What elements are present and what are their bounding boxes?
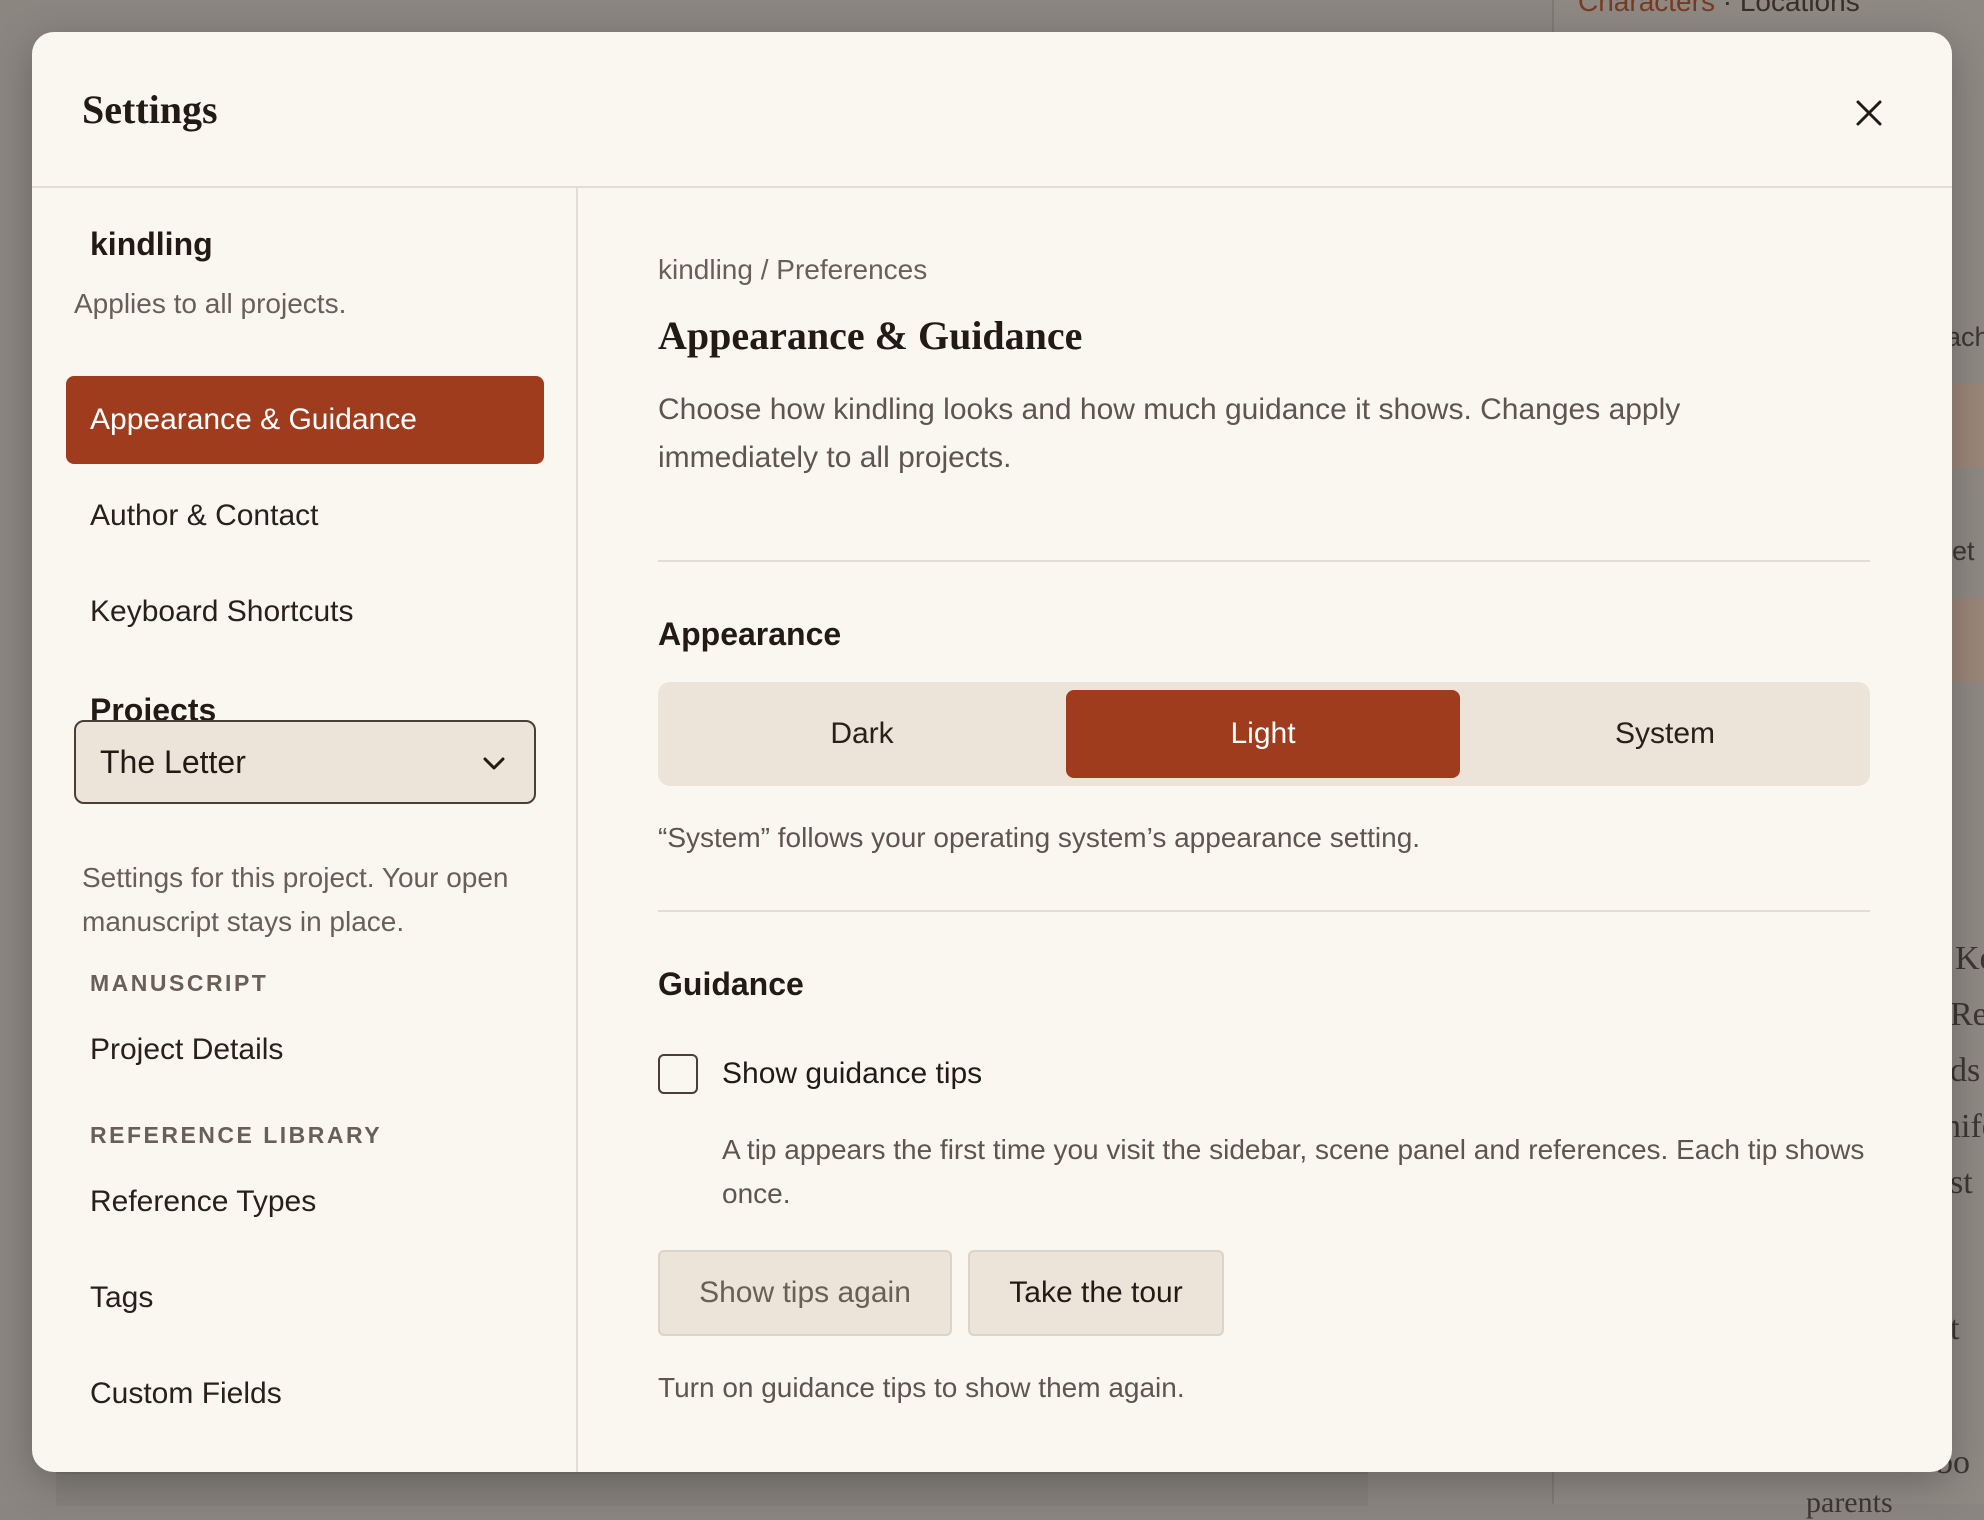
show-tips-again-button[interactable]: Show tips again xyxy=(658,1250,952,1336)
guidance-footer-hint: Turn on guidance tips to show them again… xyxy=(658,1372,1185,1403)
settings-dialog: Settings kindling Applies to all project… xyxy=(32,32,1952,1472)
background-text-fragment: Re xyxy=(1950,996,1984,1033)
sidebar-item-project-details[interactable]: Project Details xyxy=(66,1006,544,1094)
background-tabs: Characters · Locations xyxy=(1578,0,1860,18)
background-text-fragment: parents xyxy=(1806,1486,1893,1519)
project-note: Settings for this project. Your open man… xyxy=(82,862,509,937)
background-tab-separator: · xyxy=(1722,0,1733,17)
breadcrumb: kindling / Preferences xyxy=(658,254,928,285)
show-guidance-tips-label[interactable]: Show guidance tips xyxy=(722,1054,982,1094)
sidebar-item-custom-fields[interactable]: Custom Fields xyxy=(66,1350,544,1438)
project-select-value: The Letter xyxy=(100,743,246,780)
sidebar-item-keyboard-shortcuts[interactable]: Keyboard Shortcuts xyxy=(66,568,544,656)
appearance-hint: “System” follows your operating system’s… xyxy=(658,822,1421,853)
project-select[interactable]: The Letter xyxy=(74,720,536,804)
background-bottom-strip xyxy=(56,1472,1368,1506)
appearance-segmented-control: Dark Light System xyxy=(658,682,1870,786)
guidance-tips-description: A tip appears the first time you visit t… xyxy=(722,1134,1865,1209)
sidebar-item-appearance-guidance[interactable]: Appearance & Guidance xyxy=(66,376,544,464)
show-guidance-tips-checkbox[interactable] xyxy=(658,1054,698,1094)
reference-library-group-label: REFERENCE LIBRARY xyxy=(90,1122,383,1148)
manuscript-group-label: MANUSCRIPT xyxy=(90,970,269,996)
appearance-heading: Appearance xyxy=(658,616,842,652)
guidance-heading: Guidance xyxy=(658,966,804,1002)
take-tour-button[interactable]: Take the tour xyxy=(968,1250,1224,1336)
page-description: Choose how kindling looks and how much g… xyxy=(658,393,1681,474)
chevron-down-icon xyxy=(483,757,505,770)
background-tab-locations: Locations xyxy=(1739,0,1860,17)
workspace-name: kindling xyxy=(90,226,213,262)
sidebar-item-reference-types[interactable]: Reference Types xyxy=(66,1158,544,1246)
background-text-fragment: Ke xyxy=(1955,940,1984,977)
appearance-option-system[interactable]: System xyxy=(1468,690,1862,778)
appearance-option-light[interactable]: Light xyxy=(1066,690,1460,778)
close-button[interactable] xyxy=(1846,90,1892,136)
sidebar-item-tags[interactable]: Tags xyxy=(66,1254,544,1342)
sidebar-item-author-contact[interactable]: Author & Contact xyxy=(66,472,544,560)
background-text-fragment: ds xyxy=(1950,1052,1981,1089)
appearance-option-dark[interactable]: Dark xyxy=(666,690,1058,778)
dialog-header: Settings xyxy=(32,32,1952,188)
background-tab-characters: Characters xyxy=(1578,0,1715,17)
dialog-title: Settings xyxy=(82,87,218,132)
section-divider xyxy=(658,910,1870,912)
settings-sidebar: kindling Applies to all projects. Appear… xyxy=(32,188,578,1472)
section-divider xyxy=(658,560,1870,562)
background-text-fragment: et xyxy=(1952,536,1975,566)
background-text-fragment: st xyxy=(1950,1164,1973,1201)
settings-content: kindling / Preferences Appearance & Guid… xyxy=(578,188,1952,1472)
page-title: Appearance & Guidance xyxy=(658,313,1083,358)
workspace-subtitle: Applies to all projects. xyxy=(74,288,347,319)
close-icon xyxy=(1856,100,1882,126)
